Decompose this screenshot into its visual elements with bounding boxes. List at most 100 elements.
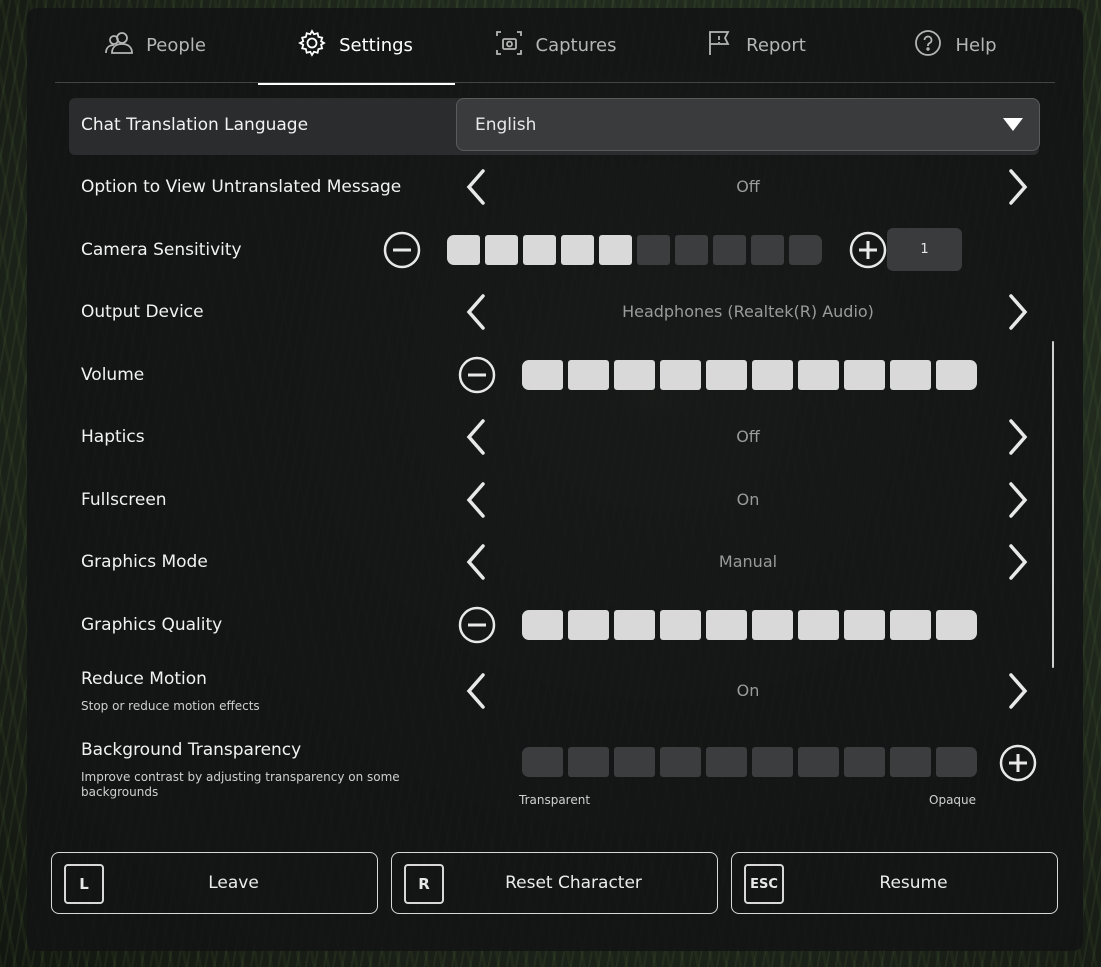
key-hint: R — [404, 864, 444, 904]
slider-segment[interactable] — [706, 747, 747, 777]
resume-button[interactable]: ESC Resume — [731, 852, 1058, 914]
chevron-right-icon[interactable] — [1003, 542, 1031, 582]
chevron-left-icon[interactable] — [463, 480, 491, 520]
slider-segment[interactable] — [522, 747, 563, 777]
setting-value: Manual — [718, 552, 778, 571]
setting-label: Option to View Untranslated Message — [81, 177, 402, 197]
minus-circle-icon[interactable] — [383, 231, 421, 269]
setting-value: Off — [736, 427, 760, 446]
slider-segment[interactable] — [522, 360, 563, 390]
slider-segment[interactable] — [614, 360, 655, 390]
chevron-left-icon[interactable] — [463, 167, 491, 207]
key-hint: L — [64, 864, 104, 904]
key-hint: ESC — [744, 864, 784, 904]
tab-report[interactable]: Report — [655, 8, 855, 83]
leave-button[interactable]: L Leave — [51, 852, 378, 914]
setting-description: Stop or reduce motion effects — [81, 699, 260, 713]
chevron-left-icon[interactable] — [463, 417, 491, 457]
minus-circle-icon[interactable] — [458, 356, 496, 394]
slider-segment[interactable] — [936, 360, 977, 390]
tab-people[interactable]: People — [55, 8, 255, 83]
help-icon — [913, 28, 943, 63]
flag-icon — [704, 28, 734, 63]
slider-segment[interactable] — [890, 610, 931, 640]
slider-segment[interactable] — [660, 610, 701, 640]
chevron-left-icon[interactable] — [463, 542, 491, 582]
slider-segment[interactable] — [660, 360, 701, 390]
slider-segment[interactable] — [568, 610, 609, 640]
setting-value: Headphones (Realtek(R) Audio) — [622, 302, 874, 321]
slider-segment[interactable] — [637, 235, 670, 265]
slider-segment[interactable] — [751, 235, 784, 265]
slider-segment[interactable] — [522, 610, 563, 640]
chevron-right-icon[interactable] — [1003, 480, 1031, 520]
chevron-right-icon[interactable] — [1003, 671, 1031, 711]
slider-segment[interactable] — [844, 747, 885, 777]
reset-character-button[interactable]: R Reset Character — [391, 852, 718, 914]
setting-label: Output Device — [81, 302, 204, 322]
slider-segment[interactable] — [614, 610, 655, 640]
slider-segment[interactable] — [568, 747, 609, 777]
slider-segment[interactable] — [568, 360, 609, 390]
tab-label: People — [146, 35, 206, 56]
camera-sensitivity-input[interactable]: 1 — [887, 228, 962, 271]
slider-segment[interactable] — [485, 235, 518, 265]
setting-value: On — [736, 490, 760, 509]
slider-segment[interactable] — [844, 610, 885, 640]
slider-min-label: Transparent — [519, 793, 591, 807]
chevron-left-icon[interactable] — [463, 292, 491, 332]
tab-label: Report — [746, 35, 806, 56]
chat-translation-dropdown[interactable]: English — [456, 98, 1040, 151]
setting-description: Improve contrast by adjusting transparen… — [81, 770, 400, 799]
setting-label: Haptics — [81, 427, 145, 447]
slider-segment[interactable] — [752, 747, 793, 777]
setting-label: Camera Sensitivity — [81, 240, 242, 260]
slider-segment[interactable] — [614, 747, 655, 777]
chevron-left-icon[interactable] — [463, 671, 491, 711]
setting-value: On — [736, 681, 760, 700]
slider-segment[interactable] — [752, 360, 793, 390]
slider-segment[interactable] — [798, 747, 839, 777]
slider-segment[interactable] — [599, 235, 632, 265]
slider-segment[interactable] — [752, 610, 793, 640]
slider-segment[interactable] — [890, 747, 931, 777]
slider-segment[interactable] — [798, 360, 839, 390]
setting-label: Fullscreen — [81, 490, 167, 510]
settings-menu-panel: People Settings Captures Report Help Cha… — [27, 8, 1083, 951]
tab-settings[interactable]: Settings — [255, 8, 455, 85]
slider-segment[interactable] — [660, 747, 701, 777]
setting-label: Chat Translation Language — [81, 115, 309, 135]
slider-segment[interactable] — [844, 360, 885, 390]
people-icon — [104, 28, 134, 63]
slider-segment[interactable] — [936, 610, 977, 640]
chevron-right-icon[interactable] — [1003, 167, 1031, 207]
chevron-right-icon[interactable] — [1003, 417, 1031, 457]
tab-captures[interactable]: Captures — [455, 8, 655, 83]
gear-icon — [297, 28, 327, 63]
slider-segment[interactable] — [561, 235, 594, 265]
minus-circle-icon[interactable] — [458, 606, 496, 644]
slider-segment[interactable] — [706, 360, 747, 390]
slider-segment[interactable] — [890, 360, 931, 390]
slider-segment[interactable] — [798, 610, 839, 640]
scrollbar[interactable] — [1052, 341, 1054, 668]
slider-segment[interactable] — [713, 235, 746, 265]
menu-tabs: People Settings Captures Report Help — [55, 8, 1055, 85]
slider-segment[interactable] — [706, 610, 747, 640]
chevron-right-icon[interactable] — [1003, 292, 1031, 332]
dropdown-value: English — [475, 114, 537, 135]
slider-segment[interactable] — [447, 235, 480, 265]
tab-help[interactable]: Help — [855, 8, 1055, 83]
slider-segment[interactable] — [675, 235, 708, 265]
slider-segment[interactable] — [523, 235, 556, 265]
camera-icon — [494, 28, 524, 63]
setting-value: Off — [736, 177, 760, 196]
setting-label: Volume — [81, 365, 145, 385]
setting-label: Background Transparency — [81, 740, 302, 760]
plus-circle-icon[interactable] — [999, 744, 1037, 782]
setting-label: Graphics Quality — [81, 615, 223, 635]
caret-down-icon — [1003, 118, 1023, 131]
slider-segment[interactable] — [936, 747, 977, 777]
slider-segment[interactable] — [789, 235, 822, 265]
plus-circle-icon[interactable] — [849, 231, 887, 269]
